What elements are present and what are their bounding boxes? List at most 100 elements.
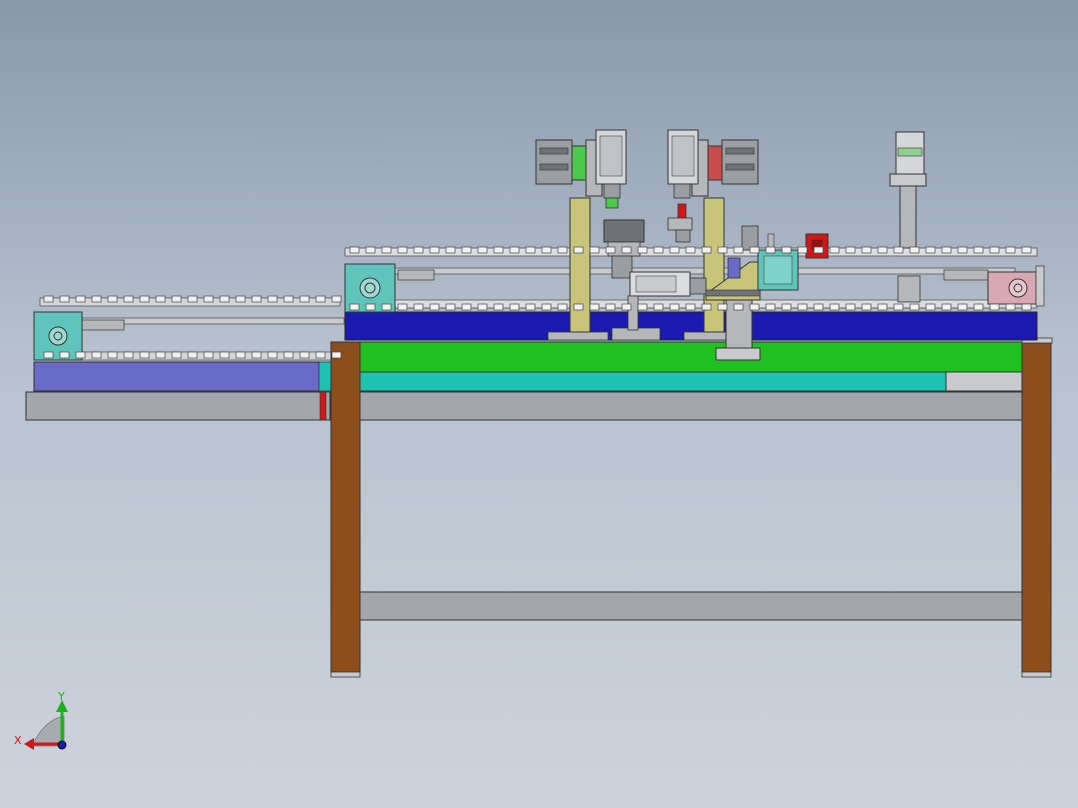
chain-link <box>139 351 150 359</box>
chain-link <box>573 303 584 311</box>
chain-link <box>781 246 792 254</box>
chain-link <box>589 246 600 254</box>
chain-link <box>909 303 920 311</box>
chain-link <box>733 246 744 254</box>
frame-gray-strip <box>945 371 1023 392</box>
chain-link <box>397 246 408 254</box>
chain-link <box>155 351 166 359</box>
chain-link <box>413 303 424 311</box>
chain-link <box>717 246 728 254</box>
cad-viewport[interactable]: Y X <box>0 0 1078 808</box>
left-feed-conveyor <box>25 297 345 421</box>
main-drive-pulley-icon <box>359 277 381 299</box>
chain-link <box>445 303 456 311</box>
chain-link <box>941 246 952 254</box>
chain-link <box>925 303 936 311</box>
chain-link <box>877 246 888 254</box>
chain-link <box>187 295 198 303</box>
chain-link <box>365 303 376 311</box>
chain-link <box>445 246 456 254</box>
chain-link <box>605 303 616 311</box>
chain-link <box>1005 303 1016 311</box>
machine-drawing[interactable]: Y X <box>0 0 1078 808</box>
chain-link <box>1021 303 1032 311</box>
chain-link <box>349 246 360 254</box>
chain-link <box>75 295 86 303</box>
chain-link <box>541 303 552 311</box>
chain-link <box>893 303 904 311</box>
chain-link <box>749 246 760 254</box>
left-motor <box>535 139 573 185</box>
stand-foot <box>715 347 761 361</box>
chain-link <box>893 246 904 254</box>
frame-lower-beam <box>357 591 1023 621</box>
chain-link <box>637 303 648 311</box>
chain-link <box>283 295 294 303</box>
chain-link <box>59 295 70 303</box>
chain-link <box>493 303 504 311</box>
chain-link <box>509 303 520 311</box>
chain-link <box>557 303 568 311</box>
chain-link <box>397 303 408 311</box>
chain-link <box>749 303 760 311</box>
coordinate-triad: Y X <box>14 690 68 750</box>
left-leg <box>330 341 361 673</box>
chain-link <box>43 295 54 303</box>
chain-link <box>765 303 776 311</box>
chain-link <box>59 351 70 359</box>
chain-link <box>717 303 728 311</box>
chain-link <box>235 351 246 359</box>
chain-link <box>589 303 600 311</box>
frame-upper-beam <box>357 391 1023 421</box>
red-stop-indicator <box>319 391 327 421</box>
chain-link <box>621 246 632 254</box>
chain-link <box>315 295 326 303</box>
chain-link <box>525 246 536 254</box>
chain-link <box>139 295 150 303</box>
chain-link <box>861 303 872 311</box>
left-tool-head <box>603 219 645 243</box>
chain-link <box>123 351 134 359</box>
chain-link <box>171 351 182 359</box>
x-axis-arrow-icon <box>24 738 34 750</box>
chain-link <box>669 246 680 254</box>
chain-link <box>525 303 536 311</box>
chain-link <box>909 246 920 254</box>
chain-link <box>107 351 118 359</box>
chain-link <box>381 303 392 311</box>
main-guide-bracket-left <box>397 269 435 281</box>
triad-y-label: Y <box>57 690 65 703</box>
chain-link <box>653 246 664 254</box>
chain-link <box>251 351 262 359</box>
chain-link <box>299 295 310 303</box>
chain-link <box>123 295 134 303</box>
chain-link <box>219 351 230 359</box>
left-drive-pulley-icon <box>48 326 68 346</box>
chain-link <box>765 246 776 254</box>
chain-link <box>493 246 504 254</box>
right-tool-tip <box>677 203 687 219</box>
chain-link <box>155 295 166 303</box>
chain-link <box>267 295 278 303</box>
chain-link <box>653 303 664 311</box>
frame-top-plate <box>357 341 1023 373</box>
chain-link <box>461 246 472 254</box>
chain-link <box>733 303 744 311</box>
chain-link <box>829 303 840 311</box>
left-conveyor-base <box>33 361 321 392</box>
chain-link <box>797 303 808 311</box>
left-column <box>569 197 591 333</box>
chain-link <box>621 303 632 311</box>
main-guide-bracket-right <box>943 269 989 281</box>
chain-link <box>477 246 488 254</box>
chain-link <box>43 351 54 359</box>
chain-link <box>973 246 984 254</box>
chain-link <box>235 295 246 303</box>
chain-link <box>251 295 262 303</box>
chain-link <box>91 295 102 303</box>
chain-link <box>365 246 376 254</box>
chain-link <box>509 246 520 254</box>
blue-sensor <box>727 257 741 279</box>
chain-link <box>557 246 568 254</box>
chain-link <box>701 303 712 311</box>
